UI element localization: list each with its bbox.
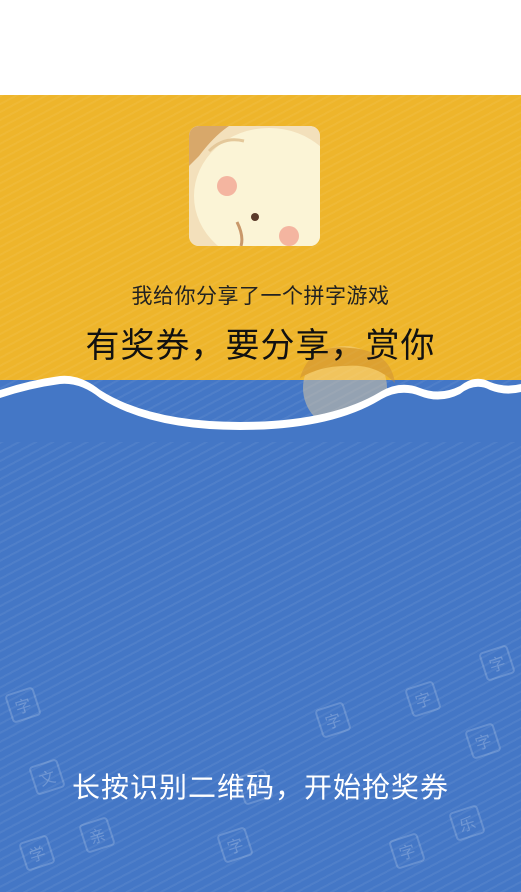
qr-call-to-action: 长按识别二维码，开始抢奖券 [71,771,449,804]
avatar [189,126,320,246]
headline-text: 有奖券，要分享，赏你 [85,326,436,366]
share-message: 我给你分享了一个拼字游戏 [131,284,390,308]
top-blank-area [0,0,521,95]
blue-footer-panel [0,380,521,892]
cartoon-avatar-icon [189,126,320,246]
